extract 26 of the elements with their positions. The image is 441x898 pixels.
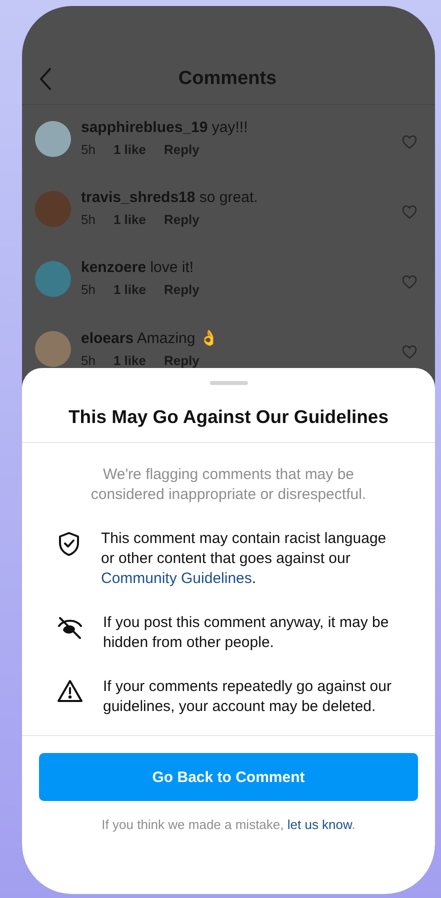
let-us-know-link[interactable]: let us know: [287, 817, 352, 832]
comment-text: travis_shreds18 so great.: [81, 189, 259, 206]
sheet-title: This May Go Against Our Guidelines: [22, 385, 435, 443]
guideline-text: If you post this comment anyway, it may be hidden from other people.: [103, 613, 390, 653]
go-back-button[interactable]: Go Back to Comment: [39, 753, 418, 801]
footer-text: If you think we made a mistake, let us know.: [100, 817, 356, 832]
avatar-photo[interactable]: [35, 121, 71, 157]
comment-text: sapphireblues_19 yay!!!: [81, 119, 249, 136]
avatar-photo[interactable]: [35, 261, 71, 297]
guidelines-link[interactable]: Community Guidelines: [101, 570, 252, 587]
warning-icon: [57, 679, 83, 703]
guideline-text: This comment may contain racist language or other content that goes against our Community Guidelines.: [101, 529, 388, 589]
avatar-photo[interactable]: [35, 331, 71, 367]
drag-handle[interactable]: [210, 381, 248, 385]
comment-text: eloears Amazing 👌: [81, 329, 220, 347]
back-chevron-icon[interactable]: [40, 68, 52, 90]
eye-off-icon: [57, 615, 83, 641]
sheet-subtitle: We're flagging comments that may be considered inappropriate or disrespectful.: [90, 465, 368, 505]
page-title: Comments: [177, 68, 278, 90]
comment-text: kenzoere love it!: [81, 259, 195, 276]
heart-icon[interactable]: [402, 135, 417, 149]
heart-icon[interactable]: [402, 345, 417, 359]
shield-check-icon: [57, 531, 81, 557]
heart-icon[interactable]: [402, 205, 417, 219]
heart-icon[interactable]: [402, 275, 417, 289]
guideline-text: If your comments repeatedly go against our guidelines, your account may be deleted.: [103, 677, 392, 717]
